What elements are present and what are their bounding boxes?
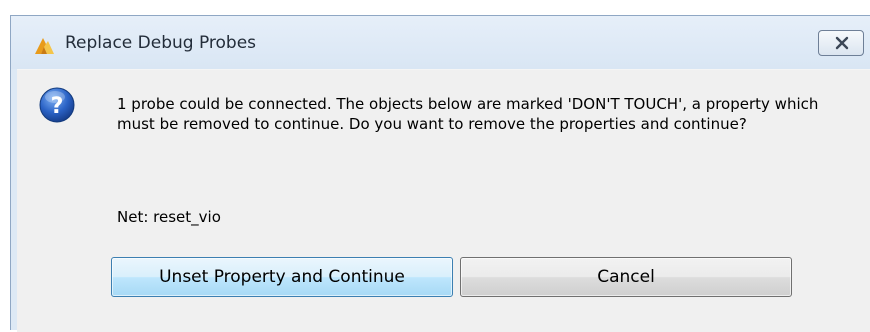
close-icon (835, 36, 849, 50)
net-label: Net: reset_vio (117, 208, 221, 226)
xilinx-logo-icon (35, 38, 54, 54)
replace-debug-probes-dialog: Replace Debug Probes ? 1 probe could be … (10, 15, 870, 332)
dialog-title: Replace Debug Probes (65, 33, 257, 53)
dialog-content: ? 1 probe could be connected. The object… (17, 69, 870, 332)
svg-text:?: ? (51, 94, 64, 119)
close-button[interactable] (818, 30, 864, 56)
unset-property-and-continue-button[interactable]: Unset Property and Continue (111, 257, 453, 297)
question-icon: ? (39, 87, 75, 123)
dialog-message: 1 probe could be connected. The objects … (117, 95, 819, 133)
title-bar: Replace Debug Probes (11, 16, 870, 69)
cancel-button[interactable]: Cancel (460, 257, 792, 297)
